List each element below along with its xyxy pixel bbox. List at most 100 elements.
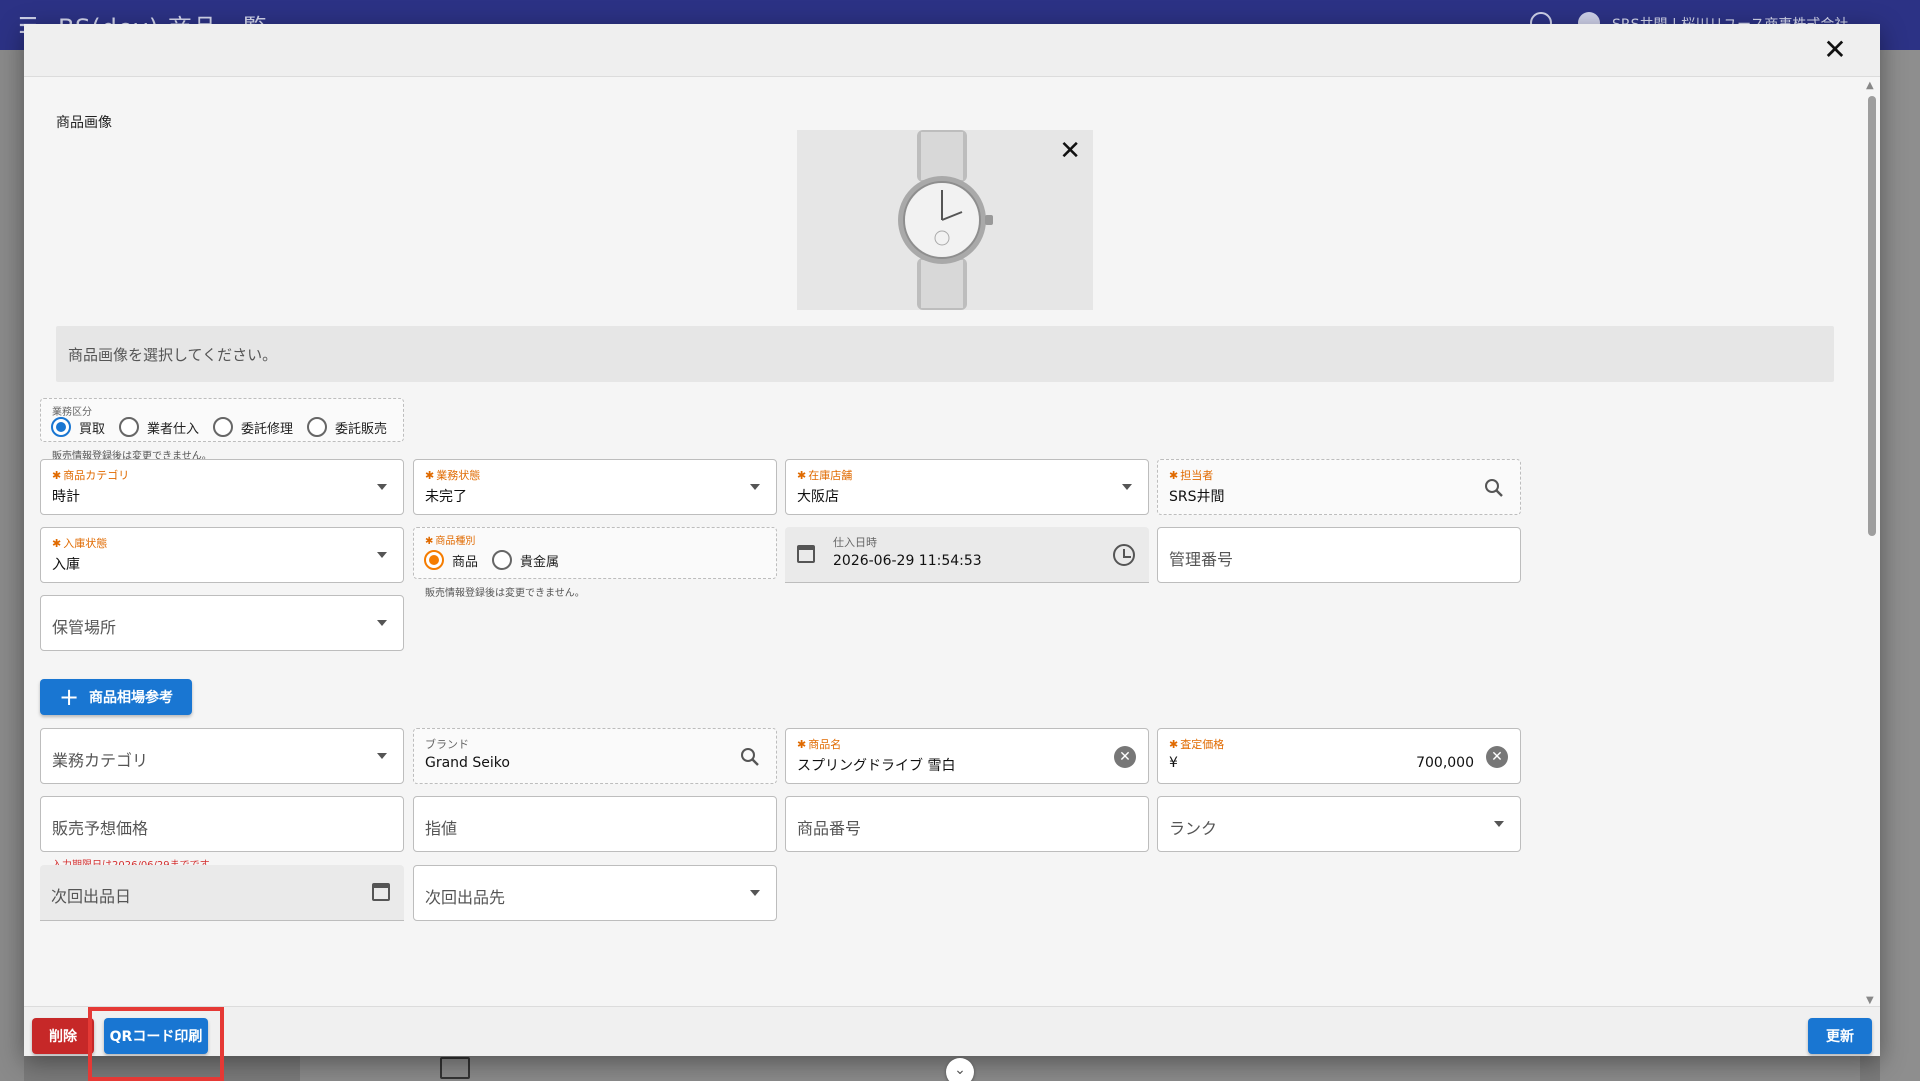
rank-placeholder: ランク — [1169, 819, 1218, 838]
next-listing-date-placeholder: 次回出品日 — [51, 887, 132, 906]
scroll-down-icon[interactable]: ▼ — [1866, 995, 1874, 1006]
product-category-value: 時計 — [52, 489, 80, 505]
radio-business-consign[interactable]: 委託販売 — [307, 417, 387, 437]
chevron-down-icon — [750, 890, 760, 896]
store-label: 在庫店舗 — [808, 469, 853, 482]
expected-sale-price-input[interactable]: 販売予想価格 — [40, 796, 404, 852]
search-icon[interactable] — [1482, 476, 1506, 500]
business-status-select[interactable]: ✱ 業務状態 未完了 — [413, 459, 777, 515]
product-name-value: スプリングドライブ 雪白 — [797, 758, 956, 774]
plus-icon: + — [58, 683, 80, 711]
calendar-icon[interactable] — [372, 883, 390, 901]
radio-unchecked-icon — [213, 417, 234, 437]
limit-price-placeholder: 指値 — [425, 819, 458, 838]
appraisal-price-value: 700,000 — [1416, 755, 1474, 771]
radio-business-repair[interactable]: 委託修理 — [213, 417, 293, 437]
rank-select[interactable]: ランク — [1157, 796, 1521, 852]
business-type-label: 業務区分 — [52, 407, 92, 418]
appraisal-price-input[interactable]: ✱ 査定価格 ¥ 700,000 ✕ — [1157, 728, 1521, 784]
dialog-header: ✕ — [24, 24, 1880, 77]
business-category-select[interactable]: 業務カテゴリ — [40, 728, 404, 784]
chevron-down-icon — [1122, 484, 1132, 490]
annotation-highlight-box-bottom — [88, 1032, 224, 1081]
storage-location-placeholder: 保管場所 — [52, 618, 117, 637]
background-sidebar — [0, 50, 24, 1081]
close-dialog-button[interactable]: ✕ — [1820, 36, 1850, 66]
calendar-icon[interactable] — [797, 545, 815, 563]
background-right-panel — [1880, 50, 1920, 1081]
business-type-group: 業務区分 買取 業者仕入 委託修理 委託販売 — [40, 398, 404, 442]
chevron-down-icon — [1494, 821, 1504, 827]
limit-price-input[interactable]: 指値 — [413, 796, 777, 852]
product-category-label: 商品カテゴリ — [63, 469, 130, 482]
brand-label: ブランド — [425, 738, 469, 751]
chevron-down-icon[interactable]: ⌄ — [946, 1058, 974, 1081]
staff-field[interactable]: ✱ 担当者 SRS井間 — [1157, 459, 1521, 515]
product-type-helper: 販売情報登録後は変更できません。 — [425, 588, 585, 599]
dialog-scrollbar[interactable]: ▲ ▼ — [1866, 80, 1876, 1006]
clear-icon[interactable]: ✕ — [1486, 746, 1508, 768]
product-type-label: 商品種別 — [435, 536, 476, 547]
radio-checked-icon — [424, 550, 444, 570]
store-value: 大阪店 — [797, 489, 839, 505]
radio-unchecked-icon — [119, 417, 140, 437]
scroll-up-icon[interactable]: ▲ — [1866, 80, 1874, 91]
purchase-datetime-field[interactable]: 仕入日時 2026-06-29 11:54:53 — [785, 527, 1149, 583]
radio-unchecked-icon — [307, 417, 328, 437]
chevron-down-icon — [377, 620, 387, 626]
dropzone-text: 商品画像を選択してください。 — [68, 346, 278, 364]
staff-value: SRS井間 — [1169, 489, 1225, 505]
chevron-down-icon — [377, 552, 387, 558]
remove-image-icon[interactable]: ✕ — [1059, 138, 1081, 164]
clear-icon[interactable]: ✕ — [1114, 746, 1136, 768]
image-section-label: 商品画像 — [56, 115, 112, 131]
radio-type-product[interactable]: 商品 — [424, 550, 478, 570]
staff-label: 担当者 — [1180, 469, 1214, 482]
inbound-status-label: 入庫状態 — [63, 537, 108, 550]
image-dropzone[interactable]: 商品画像を選択してください。 — [56, 326, 1834, 382]
chevron-down-icon — [377, 753, 387, 759]
brand-field[interactable]: ブランド Grand Seiko — [413, 728, 777, 784]
product-category-select[interactable]: ✱ 商品カテゴリ 時計 — [40, 459, 404, 515]
management-number-placeholder: 管理番号 — [1169, 550, 1234, 569]
product-name-input[interactable]: ✱ 商品名 スプリングドライブ 雪白 ✕ — [785, 728, 1149, 784]
purchase-datetime-value: 2026-06-29 11:54:53 — [833, 553, 982, 569]
business-category-placeholder: 業務カテゴリ — [52, 751, 149, 770]
purchase-datetime-label: 仕入日時 — [833, 536, 877, 549]
delete-button[interactable]: 削除 — [32, 1018, 94, 1054]
brand-value: Grand Seiko — [425, 755, 510, 771]
radio-business-trader[interactable]: 業者仕入 — [119, 417, 199, 437]
product-type-group: ✱ 商品種別 商品 貴金属 — [413, 527, 777, 579]
product-number-input[interactable]: 商品番号 — [785, 796, 1149, 852]
store-select[interactable]: ✱ 在庫店舗 大阪店 — [785, 459, 1149, 515]
currency-symbol: ¥ — [1169, 755, 1178, 771]
next-listing-destination-placeholder: 次回出品先 — [425, 888, 506, 907]
business-status-label: 業務状態 — [436, 469, 481, 482]
clock-icon[interactable] — [1113, 544, 1135, 566]
appraisal-price-label: 査定価格 — [1180, 738, 1225, 751]
update-button[interactable]: 更新 — [1808, 1018, 1872, 1054]
watch-image — [898, 130, 993, 310]
storage-location-select[interactable]: 保管場所 — [40, 595, 404, 651]
product-image-preview: ✕ — [797, 130, 1093, 310]
radio-business-purchase[interactable]: 買取 — [51, 417, 105, 437]
scrollbar-thumb[interactable] — [1868, 96, 1876, 536]
radio-type-precious-metal[interactable]: 貴金属 — [492, 550, 559, 570]
dialog-footer: 削除 QRコード印刷 更新 — [24, 1006, 1880, 1056]
dialog-body: 商品画像 ✕ 商品画像を選択してください。 業務区分 買取 業者仕入 委託修理 … — [24, 78, 1880, 1006]
next-listing-date-field[interactable]: 次回出品日 — [40, 865, 404, 921]
search-icon[interactable] — [738, 745, 762, 769]
radio-checked-icon — [51, 417, 71, 437]
business-status-value: 未完了 — [425, 489, 467, 505]
chevron-down-icon — [750, 484, 760, 490]
next-listing-destination-select[interactable]: 次回出品先 — [413, 865, 777, 921]
expected-sale-price-placeholder: 販売予想価格 — [52, 819, 149, 838]
product-edit-dialog: ✕ 商品画像 ✕ 商品画像を選択してください。 業務区分 買取 業者仕入 委託修… — [24, 24, 1880, 1056]
inbound-status-select[interactable]: ✱ 入庫状態 入庫 — [40, 527, 404, 583]
inbound-status-value: 入庫 — [52, 557, 80, 573]
radio-unchecked-icon — [492, 550, 513, 570]
chevron-down-icon — [377, 484, 387, 490]
market-reference-button[interactable]: + 商品相場参考 — [40, 679, 192, 715]
management-number-input[interactable]: 管理番号 — [1157, 527, 1521, 583]
product-number-placeholder: 商品番号 — [797, 819, 862, 838]
